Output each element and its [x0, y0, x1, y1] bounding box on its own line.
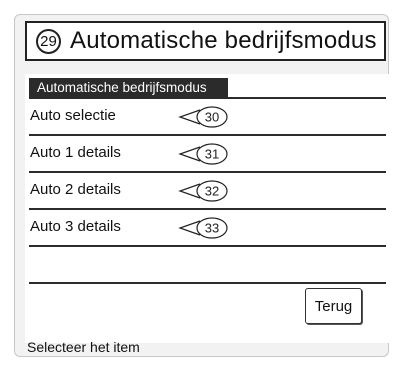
callout-number: 30 [205, 110, 219, 125]
tab-header: Automatische bedrijfsmodus [29, 78, 228, 97]
menu-item-auto-2-details[interactable]: Auto 2 details 32 [29, 173, 386, 208]
callout-marker: 30 [178, 106, 228, 128]
divider [29, 282, 386, 284]
menu-item-label: Auto 3 details [30, 218, 121, 235]
callout-number: 32 [205, 184, 219, 199]
status-text: Selecteer het item [27, 339, 140, 355]
menu-item-label: Auto 1 details [30, 144, 121, 161]
lcd-screen: Automatische bedrijfsmodus Auto selectie… [25, 74, 389, 355]
divider [29, 245, 386, 247]
callout-marker: 31 [178, 143, 228, 165]
back-button[interactable]: Terug [305, 288, 362, 324]
menu-item-auto-3-details[interactable]: Auto 3 details 33 [29, 210, 386, 245]
title-number-badge: 29 [36, 28, 61, 54]
callout-marker: 32 [178, 180, 228, 202]
menu-item-label: Auto selectie [30, 107, 116, 124]
page-title: Automatische bedrijfsmodus [70, 27, 377, 54]
callout-number: 31 [205, 147, 219, 162]
callout-number: 33 [205, 221, 219, 236]
menu-item-label: Auto 2 details [30, 181, 121, 198]
title-box: 29 Automatische bedrijfsmodus [25, 21, 386, 61]
menu-item-auto-selectie[interactable]: Auto selectie 30 [29, 99, 386, 134]
menu-item-auto-1-details[interactable]: Auto 1 details 31 [29, 136, 386, 171]
callout-marker: 33 [178, 217, 228, 239]
